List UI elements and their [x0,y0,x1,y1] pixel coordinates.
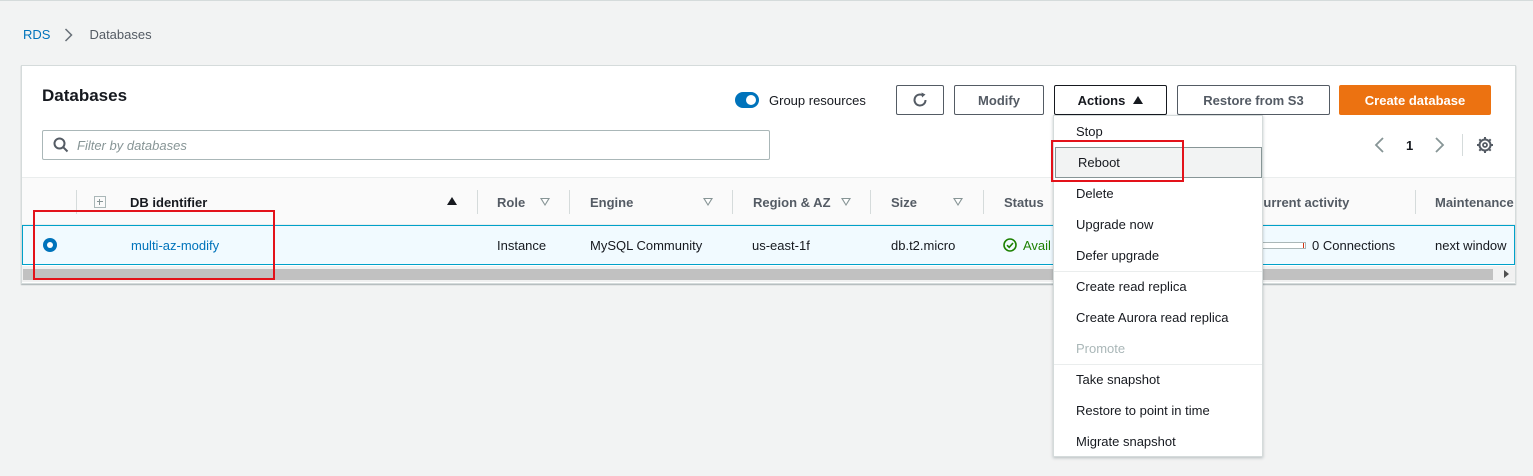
column-region[interactable]: Region & AZ [753,178,831,226]
column-label: Role [497,194,526,210]
scroll-right-icon[interactable] [1504,270,1509,278]
sort-icon[interactable] [703,198,713,206]
menu-item-restore-point-in-time[interactable]: Restore to point in time [1054,395,1262,426]
breadcrumb-rds-link[interactable]: RDS [23,27,50,42]
cell-status: Avail [1003,226,1051,264]
sort-ascending-icon[interactable] [447,197,457,205]
highlight-box-row [33,210,275,280]
breadcrumb: RDS Databases [23,27,152,42]
menu-item-create-aurora-read-replica[interactable]: Create Aurora read replica [1054,302,1262,333]
toggle-switch[interactable] [735,92,759,108]
menu-item-create-read-replica[interactable]: Create read replica [1054,271,1262,302]
column-label: DB identifier [130,194,208,210]
column-separator [732,190,733,214]
search-icon [53,137,69,153]
divider [1462,134,1463,156]
expand-all-icon[interactable] [94,196,106,208]
column-size[interactable]: Size [891,178,917,226]
pagination: 1 [1373,136,1446,154]
column-separator [870,190,871,214]
sort-icon[interactable] [540,198,550,206]
column-label: Maintenance [1435,194,1514,210]
sort-icon[interactable] [953,198,963,206]
menu-item-upgrade-now[interactable]: Upgrade now [1054,209,1262,240]
menu-item-delete[interactable]: Delete [1054,178,1262,209]
column-separator [983,190,984,214]
cell-maintenance: next window [1435,237,1507,253]
group-resources-label: Group resources [769,92,866,108]
refresh-icon [913,92,927,107]
menu-item-defer-upgrade[interactable]: Defer upgrade [1054,240,1262,271]
column-status[interactable]: Status [1004,178,1044,226]
cell-role: Instance [497,237,547,253]
column-activity[interactable]: Current activity [1254,178,1349,226]
create-database-button[interactable]: Create database [1339,85,1491,115]
menu-item-take-snapshot[interactable]: Take snapshot [1054,364,1262,395]
column-label: Current activity [1254,194,1350,210]
restore-from-s3-button[interactable]: Restore from S3 [1177,85,1330,115]
page-number[interactable]: 1 [1406,138,1413,153]
status-text: Avail [1023,237,1051,253]
gear-icon[interactable] [1476,136,1494,154]
column-maintenance[interactable]: Maintenance [1435,178,1514,226]
column-separator [1415,190,1416,214]
search-field[interactable] [42,130,770,160]
chevron-right-icon[interactable] [1432,136,1446,154]
column-separator [477,190,478,214]
cell-size: db.t2.micro [891,237,956,253]
column-separator [569,190,570,214]
group-resources-toggle[interactable]: Group resources [735,92,866,108]
column-label: Size [891,194,918,210]
column-role[interactable]: Role [497,178,525,226]
refresh-button[interactable] [896,85,944,115]
chevron-right-icon [65,27,74,42]
actions-button[interactable]: Actions [1054,85,1167,115]
cell-region: us-east-1f [752,237,810,253]
breadcrumb-current: Databases [89,27,152,42]
check-circle-icon [1003,238,1017,252]
cell-engine: MySQL Community [590,237,703,253]
activity-text: 0 Connections [1312,237,1396,253]
menu-item-promote: Promote [1076,341,1126,356]
menu-item-migrate-snapshot[interactable]: Migrate snapshot [1054,426,1262,457]
column-label: Region & AZ [753,194,831,210]
column-engine[interactable]: Engine [590,178,633,226]
column-label: Status [1004,194,1044,210]
chevron-left-icon[interactable] [1373,136,1387,154]
highlight-box-reboot [1051,140,1184,182]
modify-button[interactable]: Modify [954,85,1044,115]
sort-icon[interactable] [841,198,851,206]
actions-button-label: Actions [1077,92,1126,108]
activity-bar [1262,241,1306,249]
column-label: Engine [590,194,634,210]
caret-up-icon [1133,96,1144,104]
search-input[interactable] [77,137,677,153]
panel-title: Databases [42,86,128,105]
cell-activity: 0 Connections [1262,226,1395,264]
